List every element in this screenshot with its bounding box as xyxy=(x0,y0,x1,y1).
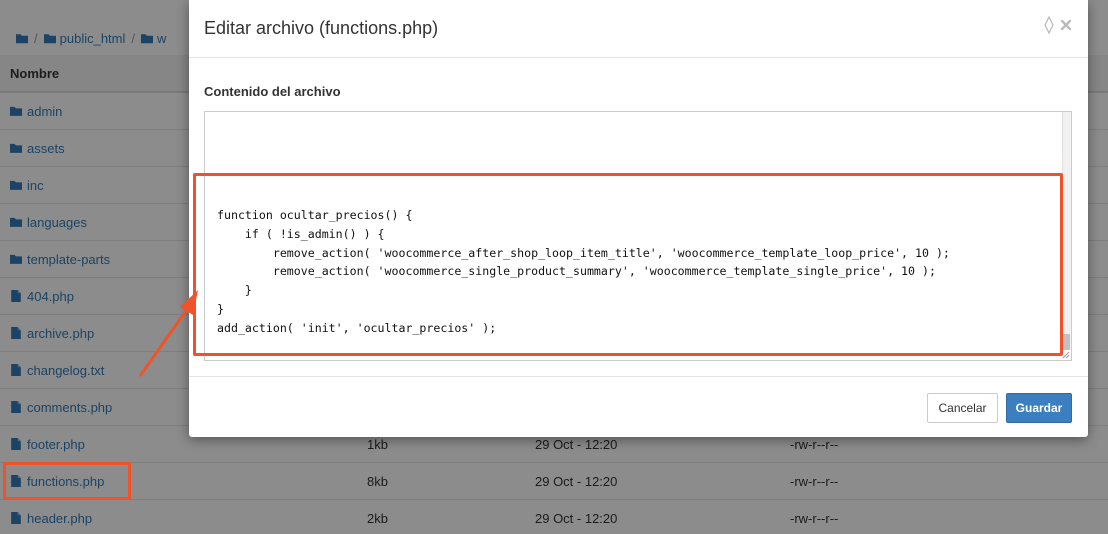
file-highlight-box xyxy=(3,462,131,500)
modal-footer: Cancelar Guardar xyxy=(189,376,1088,437)
modal-title: Editar archivo (functions.php) xyxy=(204,18,439,38)
modal-header-actions xyxy=(1044,16,1072,34)
file-content-label: Contenido del archivo xyxy=(204,84,341,99)
resize-grip-icon[interactable] xyxy=(1062,351,1070,359)
vertical-scrollbar[interactable] xyxy=(1062,112,1071,350)
save-button[interactable]: Guardar xyxy=(1006,393,1072,423)
modal-header: Editar archivo (functions.php) xyxy=(189,0,1088,58)
scrollbar-thumb[interactable] xyxy=(1063,334,1070,350)
close-icon[interactable] xyxy=(1060,19,1072,31)
resize-icon[interactable] xyxy=(1044,16,1054,34)
cancel-button[interactable]: Cancelar xyxy=(927,393,998,423)
code-highlight-box xyxy=(193,173,1063,356)
